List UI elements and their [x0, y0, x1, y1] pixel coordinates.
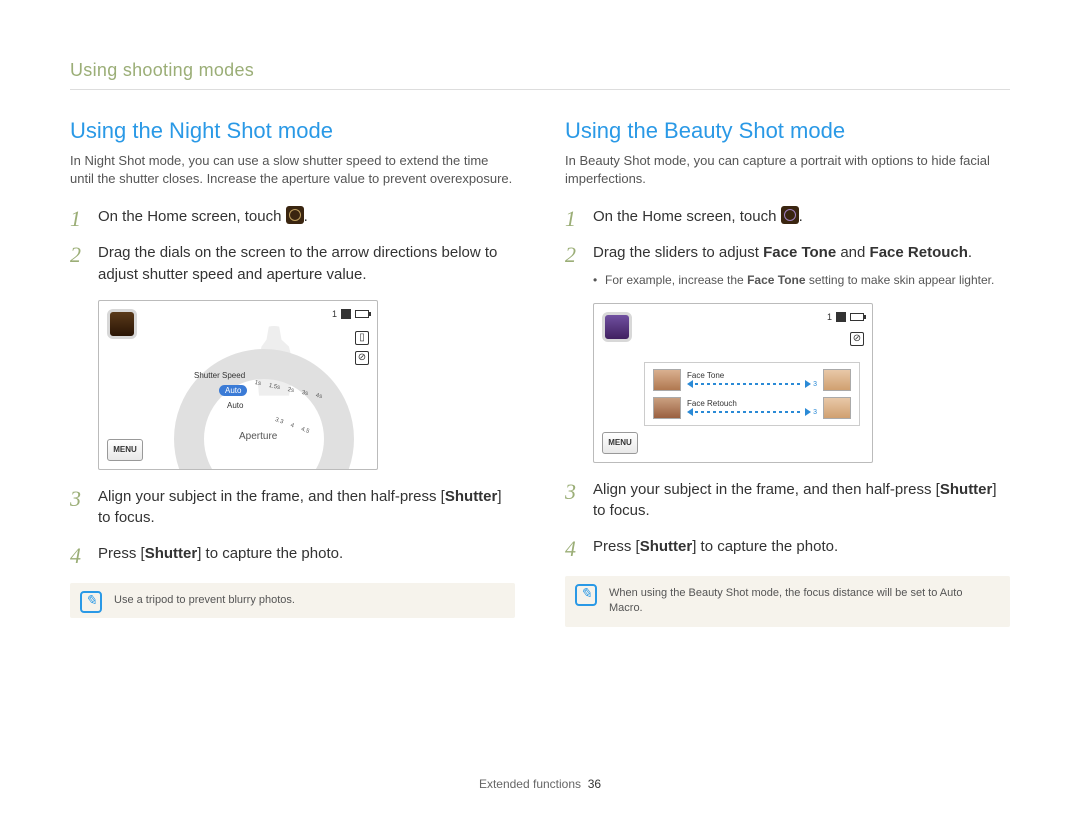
- page-footer: Extended functions 36: [0, 777, 1080, 791]
- status-bar: 1: [332, 309, 369, 319]
- face-retouch-slider: 3: [687, 408, 817, 416]
- face-retouch-label: Face Retouch: [687, 399, 742, 408]
- face-tone-slider: 3: [687, 380, 817, 388]
- flash-icon: ⊘: [355, 351, 369, 365]
- dial-graphic: [174, 349, 354, 470]
- night-step-2: Drag the dials on the screen to the arro…: [70, 242, 515, 286]
- face-retouch-thumb-after: [823, 397, 851, 419]
- face-tone-thumb-after: [823, 369, 851, 391]
- shutter-speed-label: Shutter Speed: [194, 371, 245, 380]
- shutter-auto-badge: Auto: [219, 385, 247, 396]
- face-tone-thumb-before: [653, 369, 681, 391]
- beauty-sub-bullet: For example, increase the Face Tone sett…: [593, 272, 1010, 289]
- night-shot-section: Using the Night Shot mode In Night Shot …: [70, 118, 515, 627]
- menu-button: MENU: [602, 432, 638, 454]
- beauty-mode-icon: [781, 206, 799, 224]
- mode-icon: [602, 312, 632, 342]
- flash-icon: ⊘: [850, 332, 864, 346]
- playback-icon: ▯: [355, 331, 369, 345]
- face-tone-row: Face Tone 3: [653, 369, 851, 391]
- arrow-right-icon: [805, 408, 811, 416]
- right-icons: ⊘: [850, 332, 864, 346]
- face-retouch-row: Face Retouch 3: [653, 397, 851, 419]
- night-mode-icon: [286, 206, 304, 224]
- arrow-right-icon: [805, 380, 811, 388]
- arrow-left-icon: [687, 408, 693, 416]
- night-shot-intro: In Night Shot mode, you can use a slow s…: [70, 152, 515, 188]
- beauty-step-4: Press [Shutter] to capture the photo.: [565, 536, 1010, 558]
- tip-icon: ✎: [80, 591, 102, 613]
- battery-icon: [355, 310, 369, 318]
- beauty-step-2: Drag the sliders to adjust Face Tone and…: [565, 242, 1010, 289]
- card-icon: [836, 312, 846, 322]
- breadcrumb: Using shooting modes: [70, 60, 1010, 81]
- face-retouch-thumb-before: [653, 397, 681, 419]
- beauty-shot-title: Using the Beauty Shot mode: [565, 118, 1010, 144]
- beauty-step-1: On the Home screen, touch .: [565, 206, 1010, 228]
- card-icon: [341, 309, 351, 319]
- battery-icon: [850, 313, 864, 321]
- night-tip: ✎ Use a tripod to prevent blurry photos.: [70, 583, 515, 618]
- slider-panel: Face Tone 3 Face Retouch: [644, 362, 860, 426]
- right-icons: ▯ ⊘: [355, 331, 369, 365]
- night-step-1: On the Home screen, touch .: [70, 206, 515, 228]
- tip-icon: ✎: [575, 584, 597, 606]
- aperture-auto-label: Auto: [227, 401, 243, 410]
- divider: [70, 89, 1010, 90]
- status-bar: 1: [827, 312, 864, 322]
- aperture-label: Aperture: [239, 431, 277, 442]
- arrow-left-icon: [687, 380, 693, 388]
- mode-icon: [107, 309, 137, 339]
- night-step-4: Press [Shutter] to capture the photo.: [70, 543, 515, 565]
- beauty-shot-intro: In Beauty Shot mode, you can capture a p…: [565, 152, 1010, 188]
- night-shot-title: Using the Night Shot mode: [70, 118, 515, 144]
- night-screen-figure: 1 ▯ ⊘ Shutter Speed Auto Auto 1s1.5s2s3s…: [98, 300, 378, 470]
- beauty-screen-figure: 1 ⊘ Face Tone 3: [593, 303, 873, 463]
- face-tone-label: Face Tone: [687, 371, 742, 380]
- beauty-shot-section: Using the Beauty Shot mode In Beauty Sho…: [565, 118, 1010, 627]
- beauty-step-3: Align your subject in the frame, and the…: [565, 479, 1010, 523]
- beauty-tip: ✎ When using the Beauty Shot mode, the f…: [565, 576, 1010, 627]
- night-step-3: Align your subject in the frame, and the…: [70, 486, 515, 530]
- menu-button: MENU: [107, 439, 143, 461]
